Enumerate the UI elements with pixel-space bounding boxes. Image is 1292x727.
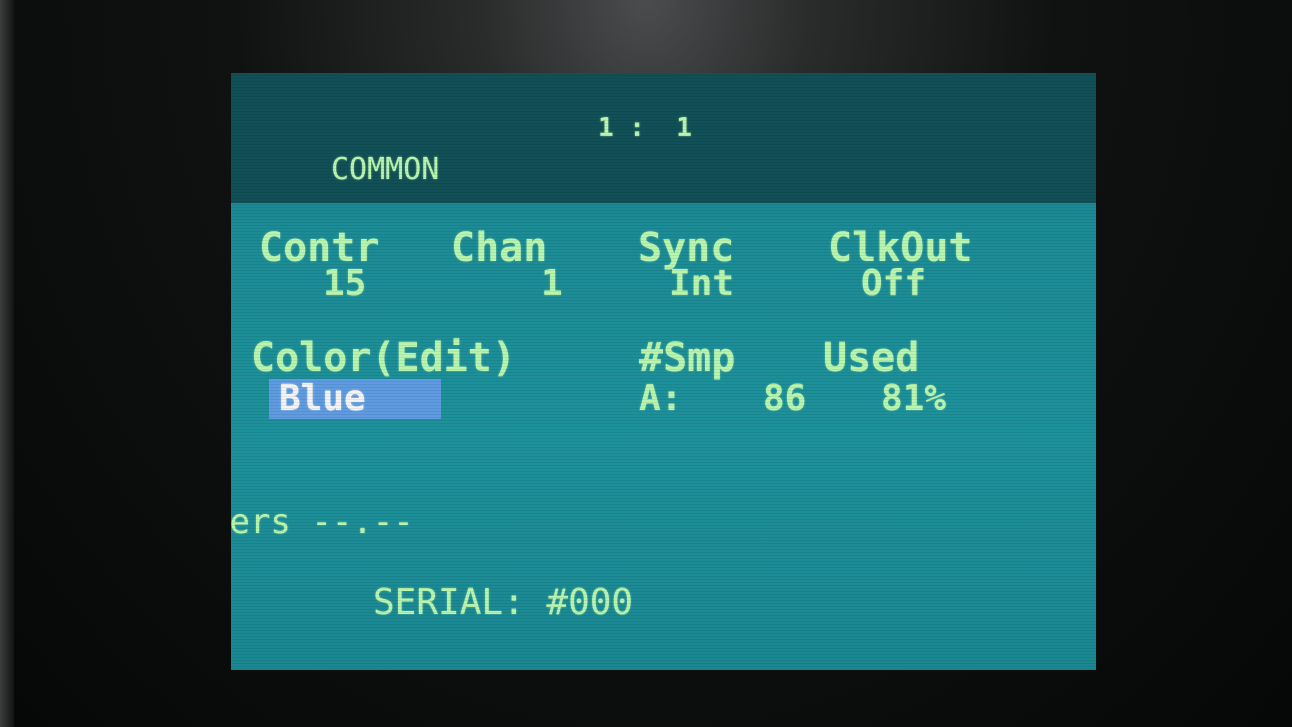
- param-label-contr: Contr: [259, 225, 380, 271]
- memory-used: 81%: [881, 378, 947, 419]
- param-label-chan: Chan: [451, 225, 548, 271]
- bezel-edge: [0, 0, 14, 727]
- page-title: COMMON: [331, 152, 440, 187]
- position-indicator: 1 : 1: [598, 113, 692, 143]
- param-value-contr[interactable]: 15: [323, 266, 366, 302]
- param-label-clkout: ClkOut: [828, 225, 973, 271]
- sample-count: 86: [763, 378, 807, 419]
- param-value-sync[interactable]: Int: [669, 266, 734, 302]
- param-label-used: Used: [823, 335, 920, 381]
- sample-bank: A:: [639, 378, 683, 419]
- param-label-color: Color(Edit): [251, 335, 516, 381]
- param-value-clkout[interactable]: Off: [861, 266, 926, 302]
- firmware-version: Vers --.--: [231, 502, 414, 542]
- lcd-screen: 1 : 1 COMMON Contr Chan Sync ClkOut 15 1…: [231, 73, 1096, 670]
- serial-number: SERIAL: #000: [373, 582, 634, 623]
- param-value-chan[interactable]: 1: [541, 266, 563, 302]
- param-label-sync: Sync: [638, 225, 735, 271]
- param-label-smp: #Smp: [639, 335, 736, 381]
- param-value-color[interactable]: Blue: [269, 379, 441, 419]
